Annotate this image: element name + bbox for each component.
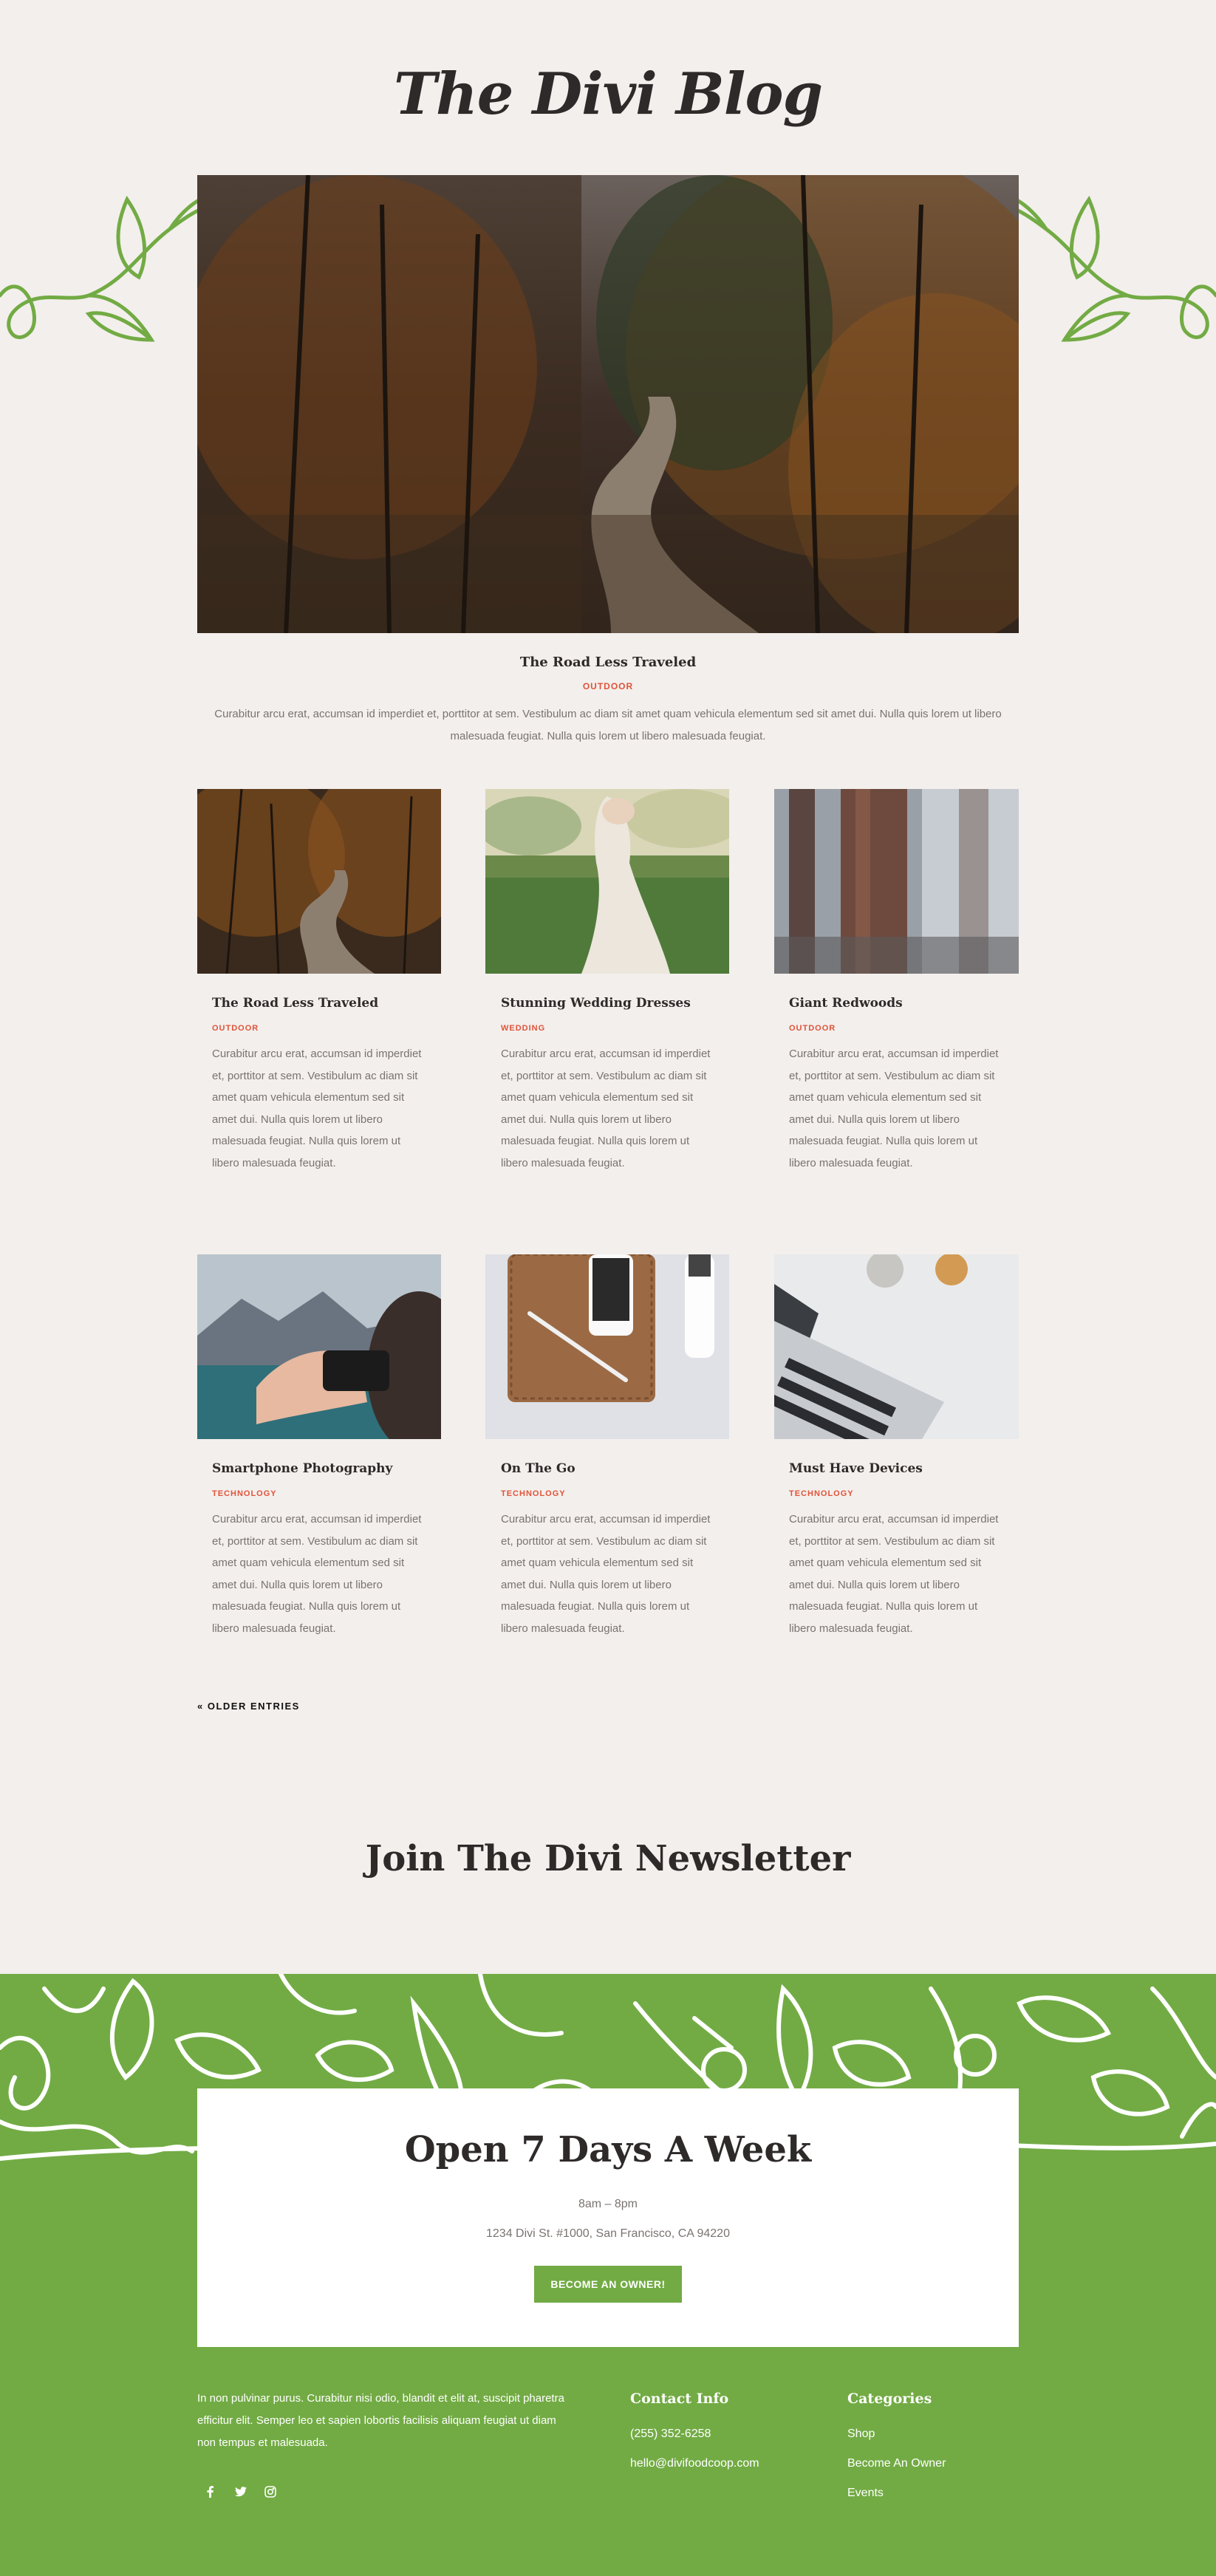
featured-post-title[interactable]: The Road Less Traveled bbox=[0, 655, 1216, 670]
become-owner-button[interactable]: BECOME AN OWNER! bbox=[534, 2266, 682, 2303]
post-excerpt: Curabitur arcu erat, accumsan id imperdi… bbox=[789, 1513, 999, 1635]
featured-post-image[interactable] bbox=[197, 175, 1019, 633]
page-title: The Divi Blog bbox=[393, 61, 823, 128]
post-category[interactable]: TECHNOLOGY bbox=[212, 1489, 277, 1498]
post-image-redwoods[interactable] bbox=[774, 789, 1019, 974]
vine-left-decoration bbox=[0, 185, 207, 362]
category-link-shop[interactable]: Shop bbox=[847, 2428, 875, 2441]
post-image-devices[interactable] bbox=[774, 1254, 1019, 1439]
hours-card: Open 7 Days A Week 8am – 8pm 1234 Divi S… bbox=[197, 2088, 1019, 2347]
post-title[interactable]: Smartphone Photography bbox=[212, 1461, 392, 1476]
post-category[interactable]: OUTDOOR bbox=[789, 1024, 836, 1033]
older-entries-link[interactable]: « OLDER ENTRIES bbox=[197, 1701, 300, 1712]
featured-post-category[interactable]: OUTDOOR bbox=[0, 681, 1216, 691]
vine-right-decoration bbox=[1009, 185, 1216, 362]
featured-post-excerpt: Curabitur arcu erat, accumsan id imperdi… bbox=[214, 708, 1002, 742]
categories-heading: Categories bbox=[847, 2391, 932, 2407]
post-excerpt: Curabitur arcu erat, accumsan id imperdi… bbox=[212, 1048, 422, 1169]
post-title[interactable]: On The Go bbox=[501, 1461, 575, 1476]
post-title[interactable]: Giant Redwoods bbox=[789, 996, 903, 1011]
post-excerpt: Curabitur arcu erat, accumsan id imperdi… bbox=[789, 1048, 999, 1169]
contact-phone-link[interactable]: (255) 352-6258 bbox=[630, 2428, 711, 2441]
store-address: 1234 Divi St. #1000, San Francisco, CA 9… bbox=[486, 2227, 730, 2240]
post-title[interactable]: Stunning Wedding Dresses bbox=[501, 996, 691, 1011]
post-image-road[interactable] bbox=[197, 789, 441, 974]
post-category[interactable]: OUTDOOR bbox=[212, 1024, 259, 1033]
category-link-become-owner[interactable]: Become An Owner bbox=[847, 2457, 946, 2470]
post-category[interactable]: TECHNOLOGY bbox=[789, 1489, 854, 1498]
contact-info-heading: Contact Info bbox=[630, 2391, 729, 2407]
post-title[interactable]: The Road Less Traveled bbox=[212, 996, 378, 1011]
hours-time: 8am – 8pm bbox=[578, 2198, 638, 2210]
post-title[interactable]: Must Have Devices bbox=[789, 1461, 923, 1476]
post-category[interactable]: WEDDING bbox=[501, 1024, 545, 1033]
post-excerpt: Curabitur arcu erat, accumsan id imperdi… bbox=[501, 1513, 711, 1635]
newsletter-heading: Join The Divi Newsletter bbox=[365, 1838, 851, 1879]
hours-heading: Open 7 Days A Week bbox=[404, 2129, 812, 2170]
post-image-on-the-go[interactable] bbox=[485, 1254, 729, 1439]
post-excerpt: Curabitur arcu erat, accumsan id imperdi… bbox=[501, 1048, 711, 1169]
twitter-icon[interactable] bbox=[231, 2482, 250, 2501]
contact-email-link[interactable]: hello@divifoodcoop.com bbox=[630, 2457, 759, 2470]
post-category[interactable]: TECHNOLOGY bbox=[501, 1489, 566, 1498]
post-image-smartphone[interactable] bbox=[197, 1254, 441, 1439]
category-link-events[interactable]: Events bbox=[847, 2487, 884, 2500]
facebook-icon[interactable] bbox=[200, 2482, 219, 2501]
footer-about-text: In non pulvinar purus. Curabitur nisi od… bbox=[197, 2392, 564, 2449]
post-excerpt: Curabitur arcu erat, accumsan id imperdi… bbox=[212, 1513, 422, 1635]
instagram-icon[interactable] bbox=[261, 2482, 280, 2501]
post-image-wedding[interactable] bbox=[485, 789, 729, 974]
